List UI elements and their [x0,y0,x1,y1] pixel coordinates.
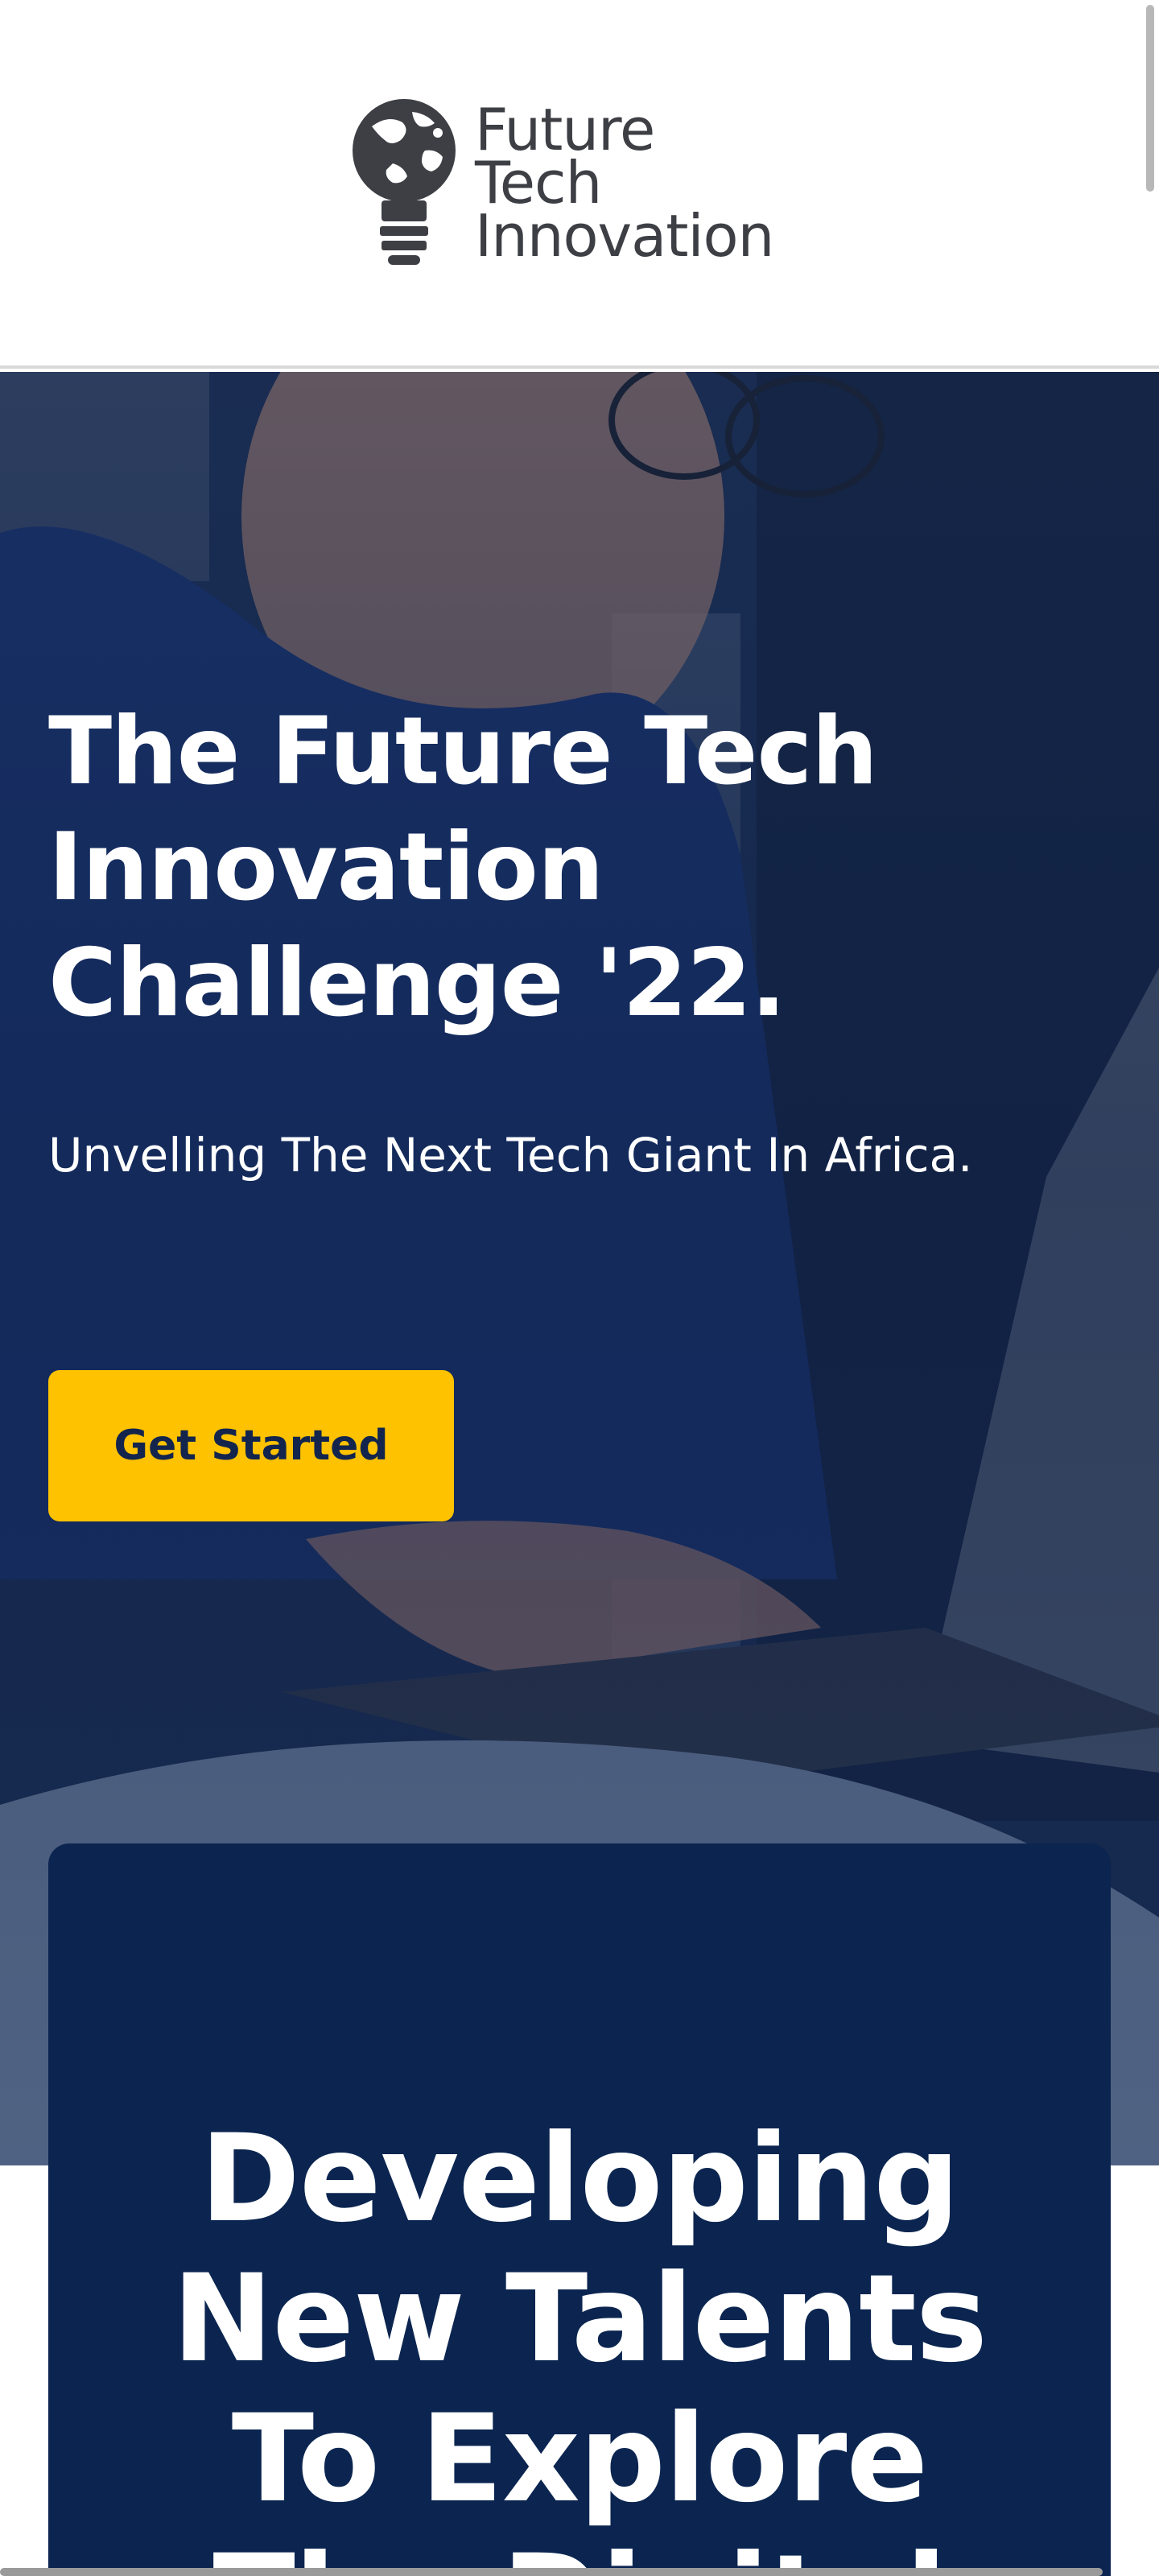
horizontal-scrollbar[interactable] [0,2568,1103,2576]
site-header: Future Tech Innovation [0,0,1159,369]
logo-wordmark: Future Tech Innovation [475,101,774,270]
logo-line-3: Innovation [475,202,774,270]
hero-title: The Future Tech Innovation Challenge '22… [48,694,998,1042]
vertical-scrollbar[interactable] [1141,0,1159,2576]
feature-card: Developing New Talents To Explore The Di… [48,1843,1111,2576]
hero-title-line-3: Challenge '22. [48,929,786,1038]
hero-subtitle: Unvelling The Next Tech Giant In Africa. [48,1128,973,1183]
lightbulb-globe-icon [353,99,456,265]
hero-title-line-2: Innovation [48,813,604,922]
feature-heading: Developing New Talents To Explore The Di… [48,2109,1111,2576]
logo-link[interactable]: Future Tech Innovation [348,90,815,275]
get-started-button[interactable]: Get Started [48,1370,454,1521]
scrollbar-thumb[interactable] [1146,5,1154,192]
feature-heading-line-2: New Talents [171,2249,988,2389]
hero-title-line-1: The Future Tech [48,697,878,806]
feature-heading-line-1: Developing [200,2109,959,2249]
feature-heading-line-3: To Explore [231,2389,928,2529]
